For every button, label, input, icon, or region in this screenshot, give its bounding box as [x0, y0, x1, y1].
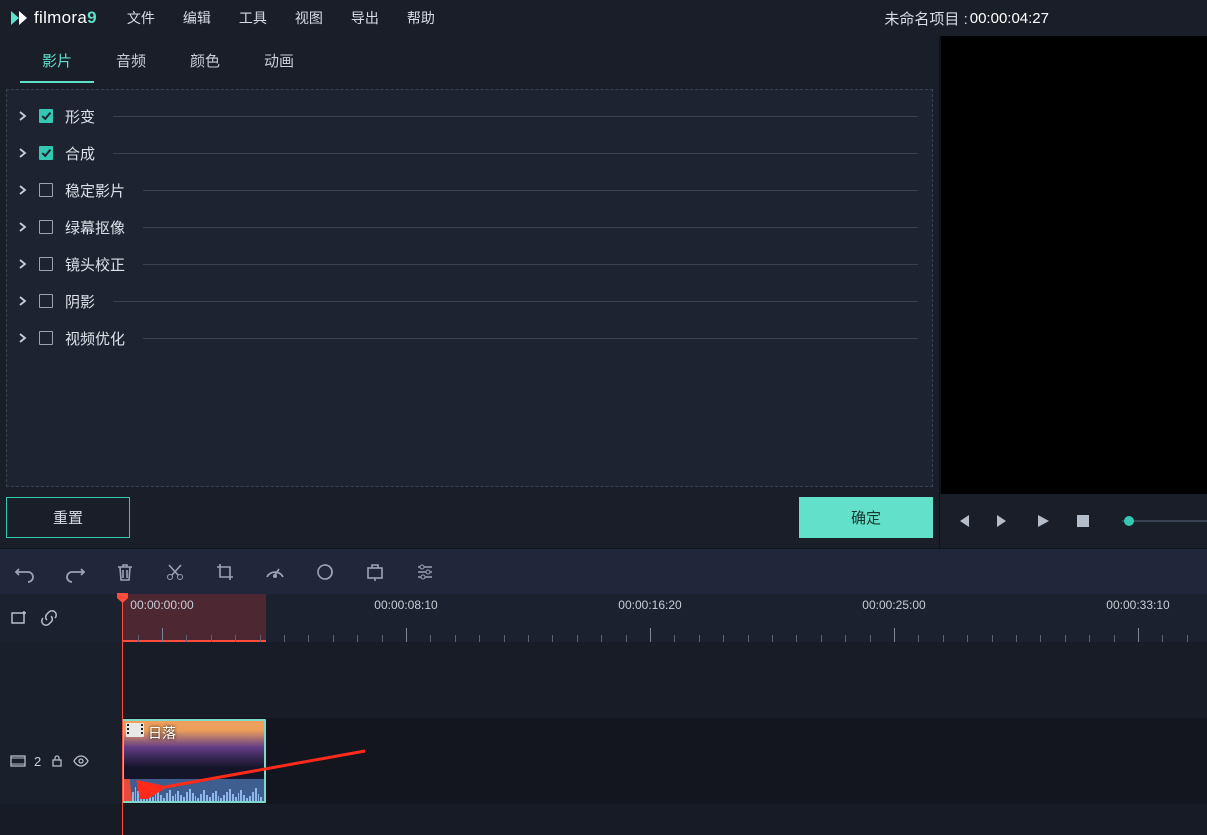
- tab-audio[interactable]: 音频: [94, 42, 168, 83]
- preview-panel: [940, 36, 1207, 548]
- chevron-right-icon[interactable]: [17, 147, 29, 159]
- prop-label: 稳定影片: [65, 180, 125, 201]
- inspector-tabs: 影片 音频 颜色 动画: [6, 42, 933, 83]
- ok-button[interactable]: 确定: [799, 497, 933, 538]
- checkbox-transform[interactable]: [39, 109, 53, 123]
- playhead[interactable]: [122, 594, 123, 835]
- zoom-thumb[interactable]: [1124, 516, 1134, 526]
- redo-icon[interactable]: [64, 561, 86, 583]
- menu-edit[interactable]: 编辑: [169, 2, 225, 34]
- prop-label: 形变: [65, 106, 95, 127]
- tab-animation[interactable]: 动画: [242, 42, 316, 83]
- ruler-label: 00:00:00:00: [130, 598, 193, 612]
- prop-row-transform[interactable]: 形变: [17, 98, 922, 135]
- menu-items: 文件 编辑 工具 视图 导出 帮助: [113, 2, 449, 34]
- step-forward-icon[interactable]: [994, 512, 1012, 530]
- track-number: 2: [34, 754, 41, 769]
- tab-video[interactable]: 影片: [20, 42, 94, 83]
- checkbox-shadow[interactable]: [39, 294, 53, 308]
- checkbox-compositing[interactable]: [39, 146, 53, 160]
- logo-icon: [8, 7, 30, 29]
- app-logo: filmora9: [8, 7, 97, 29]
- prop-row-shadow[interactable]: 阴影: [17, 283, 922, 320]
- project-title: 未命名项目 : 00:00:04:27: [884, 8, 1049, 29]
- ruler-label: 00:00:25:00: [862, 598, 925, 612]
- timeline-header-tools: [0, 594, 122, 642]
- tab-color[interactable]: 颜色: [168, 42, 242, 83]
- prop-row-compositing[interactable]: 合成: [17, 135, 922, 172]
- chevron-right-icon[interactable]: [17, 258, 29, 270]
- project-timecode: 00:00:04:27: [970, 10, 1049, 27]
- delete-icon[interactable]: [114, 561, 136, 583]
- ruler-label: 00:00:16:20: [618, 598, 681, 612]
- chevron-right-icon[interactable]: [17, 332, 29, 344]
- checkbox-greenscreen[interactable]: [39, 220, 53, 234]
- track-lane[interactable]: [122, 642, 1207, 718]
- clip-title: 日落: [148, 723, 176, 743]
- menu-bar: filmora9 文件 编辑 工具 视图 导出 帮助 未命名项目 : 00:00…: [0, 0, 1207, 36]
- checkbox-lenscorrect[interactable]: [39, 257, 53, 271]
- chevron-right-icon[interactable]: [17, 110, 29, 122]
- track-row-video: 2 日落: [0, 718, 1207, 804]
- chevron-right-icon[interactable]: [17, 184, 29, 196]
- project-name: 未命名项目 :: [884, 8, 967, 29]
- menu-file[interactable]: 文件: [113, 2, 169, 34]
- video-clip[interactable]: 日落: [122, 719, 266, 803]
- track-gutter: 2: [0, 718, 122, 804]
- clip-thumbnails: 日落: [124, 721, 264, 779]
- cut-icon[interactable]: [164, 561, 186, 583]
- step-back-icon[interactable]: [954, 512, 972, 530]
- prop-label: 绿幕抠像: [65, 217, 125, 238]
- preview-controls: [940, 494, 1207, 548]
- logo-text: filmora9: [34, 8, 97, 28]
- add-track-icon[interactable]: [10, 609, 28, 627]
- prop-row-greenscreen[interactable]: 绿幕抠像: [17, 209, 922, 246]
- color-icon[interactable]: [314, 561, 336, 583]
- adjust-icon[interactable]: [414, 561, 436, 583]
- track-lane[interactable]: 日落: [122, 718, 1207, 804]
- prop-label: 合成: [65, 143, 95, 164]
- clip-waveform: [124, 779, 264, 801]
- track-row-empty: [0, 642, 1207, 718]
- greenscreen-icon[interactable]: [364, 561, 386, 583]
- prop-row-stabilize[interactable]: 稳定影片: [17, 172, 922, 209]
- speed-icon[interactable]: [264, 561, 286, 583]
- timeline: 00:00:00:00 00:00:08:10 00:00:16:20 00:0…: [0, 594, 1207, 835]
- prop-label: 视频优化: [65, 328, 125, 349]
- chevron-right-icon[interactable]: [17, 221, 29, 233]
- checkbox-enhance[interactable]: [39, 331, 53, 345]
- inspector-actions: 重置 确定: [6, 487, 933, 538]
- crop-icon[interactable]: [214, 561, 236, 583]
- preview-canvas[interactable]: [940, 36, 1207, 494]
- reset-button[interactable]: 重置: [6, 497, 130, 538]
- ruler-label: 00:00:33:10: [1106, 598, 1169, 612]
- track-gutter: [0, 642, 122, 718]
- play-icon[interactable]: [1034, 512, 1052, 530]
- menu-help[interactable]: 帮助: [393, 2, 449, 34]
- undo-icon[interactable]: [14, 561, 36, 583]
- eye-icon[interactable]: [73, 753, 89, 769]
- menu-view[interactable]: 视图: [281, 2, 337, 34]
- checkbox-stabilize[interactable]: [39, 183, 53, 197]
- inspector-panel: 影片 音频 颜色 动画 形变 合成 稳定影片: [0, 36, 940, 548]
- film-icon: [126, 723, 144, 737]
- properties-list: 形变 合成 稳定影片 绿幕抠像: [6, 89, 933, 487]
- timeline-toolbar: [0, 548, 1207, 594]
- prop-row-lenscorrect[interactable]: 镜头校正: [17, 246, 922, 283]
- menu-export[interactable]: 导出: [337, 2, 393, 34]
- prop-label: 阴影: [65, 291, 95, 312]
- prop-row-enhance[interactable]: 视频优化: [17, 320, 922, 357]
- timeline-ruler[interactable]: 00:00:00:00 00:00:08:10 00:00:16:20 00:0…: [122, 594, 1207, 642]
- stop-icon[interactable]: [1074, 512, 1092, 530]
- lock-icon[interactable]: [49, 753, 65, 769]
- link-icon[interactable]: [40, 609, 58, 627]
- ruler-label: 00:00:08:10: [374, 598, 437, 612]
- zoom-slider[interactable]: [1122, 520, 1207, 522]
- prop-label: 镜头校正: [65, 254, 125, 275]
- chevron-right-icon[interactable]: [17, 295, 29, 307]
- video-track-icon: [10, 753, 26, 769]
- menu-tools[interactable]: 工具: [225, 2, 281, 34]
